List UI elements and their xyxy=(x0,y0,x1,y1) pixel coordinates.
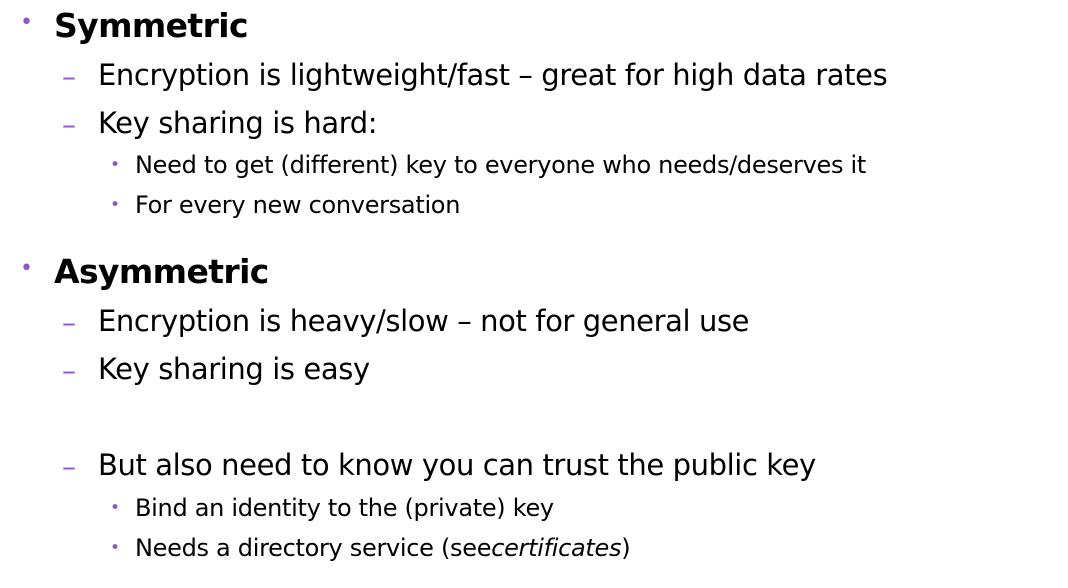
level3-bullet: • xyxy=(110,155,121,175)
level1-bullet: • xyxy=(20,10,33,35)
point-text: Key sharing is easy xyxy=(98,352,370,386)
level2-dash: – xyxy=(62,306,76,339)
level3-bullet: • xyxy=(110,195,121,215)
section-heading: Symmetric xyxy=(54,6,249,45)
point-text: Key sharing is hard: xyxy=(98,106,378,140)
level2-dash: – xyxy=(62,354,76,387)
slide: • Symmetric – Encryption is lightweight/… xyxy=(0,0,1068,588)
section-heading: Asymmetric xyxy=(54,252,269,291)
level2-dash: – xyxy=(62,108,76,141)
point-text: Encryption is heavy/slow – not for gener… xyxy=(98,304,750,338)
subpoint-text: For every new conversation xyxy=(135,191,461,219)
level3-bullet: • xyxy=(110,498,121,518)
point-text: But also need to know you can trust the … xyxy=(98,448,816,482)
subpoint-text: Need to get (different) key to everyone … xyxy=(135,151,866,179)
level2-dash: – xyxy=(62,450,76,483)
subpoint-text: Bind an identity to the (private) key xyxy=(135,494,554,522)
subpoint-text: Needs a directory service (see certifica… xyxy=(135,534,631,562)
level3-bullet: • xyxy=(110,538,121,558)
level1-bullet: • xyxy=(20,256,33,281)
point-text: Encryption is lightweight/fast – great f… xyxy=(98,58,888,92)
level2-dash: – xyxy=(62,60,76,93)
subpoint-text-before: Needs a directory service (see xyxy=(135,534,492,562)
subpoint-text-after: ) xyxy=(621,534,631,562)
certificates-term: certificates xyxy=(491,534,622,562)
